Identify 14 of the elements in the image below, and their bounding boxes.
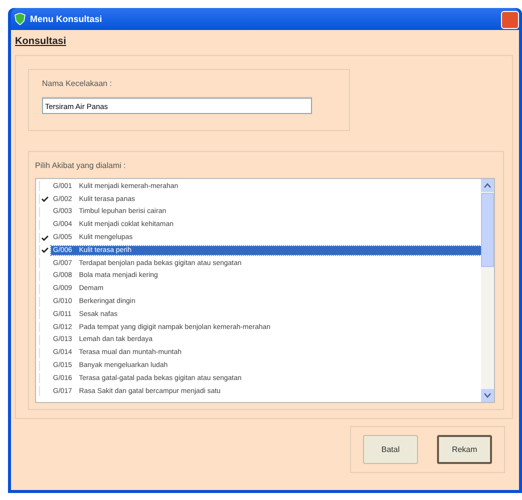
checkbox[interactable] bbox=[39, 194, 50, 204]
list-label: Pilih Akibat yang dialami : bbox=[35, 161, 127, 170]
shield-icon bbox=[14, 13, 26, 25]
section-heading: Konsultasi bbox=[15, 36, 68, 47]
scroll-thumb[interactable] bbox=[481, 193, 494, 267]
field-label: Nama Kecelakaan : bbox=[42, 79, 113, 88]
window-title: Menu Konsultasi bbox=[30, 14, 102, 24]
dialog-button[interactable]: Rekam bbox=[437, 435, 492, 464]
scroll-down-icon[interactable] bbox=[481, 389, 494, 402]
scroll-up-icon[interactable] bbox=[481, 179, 494, 192]
scrollbar[interactable] bbox=[481, 179, 494, 402]
checkbox[interactable] bbox=[39, 232, 50, 243]
dialog-button[interactable]: Batal bbox=[363, 435, 418, 464]
close-button[interactable] bbox=[501, 11, 519, 29]
